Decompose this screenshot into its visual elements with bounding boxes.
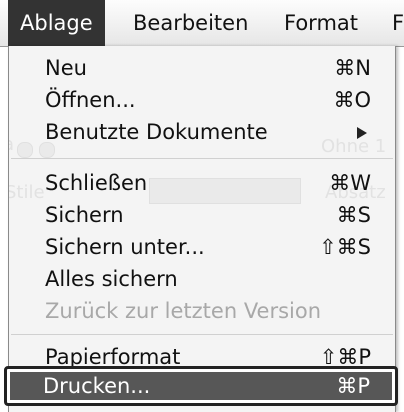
menu-item-neu[interactable]: Neu ⌘N: [9, 52, 395, 85]
menu-item-label: Zurück zur letzten Version: [45, 299, 322, 323]
menu-ablage[interactable]: Ablage: [8, 0, 105, 46]
shortcut-label: ⌘O: [333, 88, 371, 112]
triangle-right-icon: [357, 127, 367, 139]
menu-format[interactable]: Format: [284, 0, 358, 46]
menu-item-schliessen[interactable]: Schließen ⌘W: [9, 167, 395, 200]
menu-item-oeffnen[interactable]: Öffnen... ⌘O: [9, 84, 395, 117]
menu-item-sichern-unter[interactable]: Sichern unter... ⇧⌘S: [9, 231, 395, 264]
menu-item-drucken[interactable]: Drucken... ⌘P: [10, 372, 392, 400]
menu-item-sichern[interactable]: Sichern ⌘S: [9, 199, 395, 232]
menu-item-label: Neu: [45, 56, 87, 80]
menu-item-benutzte-dokumente[interactable]: Benutzte Dokumente: [9, 116, 395, 149]
shortcut-label: ⇧⌘S: [319, 235, 371, 259]
shortcut-label: ⌘S: [336, 203, 371, 227]
menu-bearbeiten[interactable]: Bearbeiten: [133, 0, 248, 46]
menu-item-label: Benutzte Dokumente: [45, 120, 268, 144]
menu-item-label: Sichern: [45, 203, 124, 227]
menu-item-zurueck-zur-letzten-version: Zurück zur letzten Version: [9, 295, 395, 328]
menu-item-alles-sichern[interactable]: Alles sichern: [9, 263, 395, 296]
shortcut-label: ⌘N: [334, 56, 371, 80]
menu-bar: Ablage Bearbeiten Format F: [0, 0, 404, 47]
ablage-dropdown-menu: a Ohne 1 Stile Absatz Neu ⌘N Öffnen... ⌘…: [8, 46, 396, 412]
menu-item-drucken-highlight-frame: Drucken... ⌘P: [4, 366, 398, 406]
menu-item-label: Schließen: [45, 171, 148, 195]
shortcut-label: ⌘P: [336, 374, 370, 398]
menu-item-label: Alles sichern: [45, 267, 178, 291]
menu-item-label: Drucken...: [43, 374, 151, 398]
menu-item-label: Sichern unter...: [45, 235, 205, 259]
screenshot-stage: Ablage Bearbeiten Format F a Ohne 1 Stil…: [0, 0, 404, 412]
menu-separator: [11, 158, 393, 159]
shortcut-label: ⌘W: [329, 171, 371, 195]
menu-separator: [11, 334, 393, 335]
menu-item-label: Öffnen...: [45, 88, 136, 112]
menu-f-truncated[interactable]: F: [392, 0, 404, 46]
